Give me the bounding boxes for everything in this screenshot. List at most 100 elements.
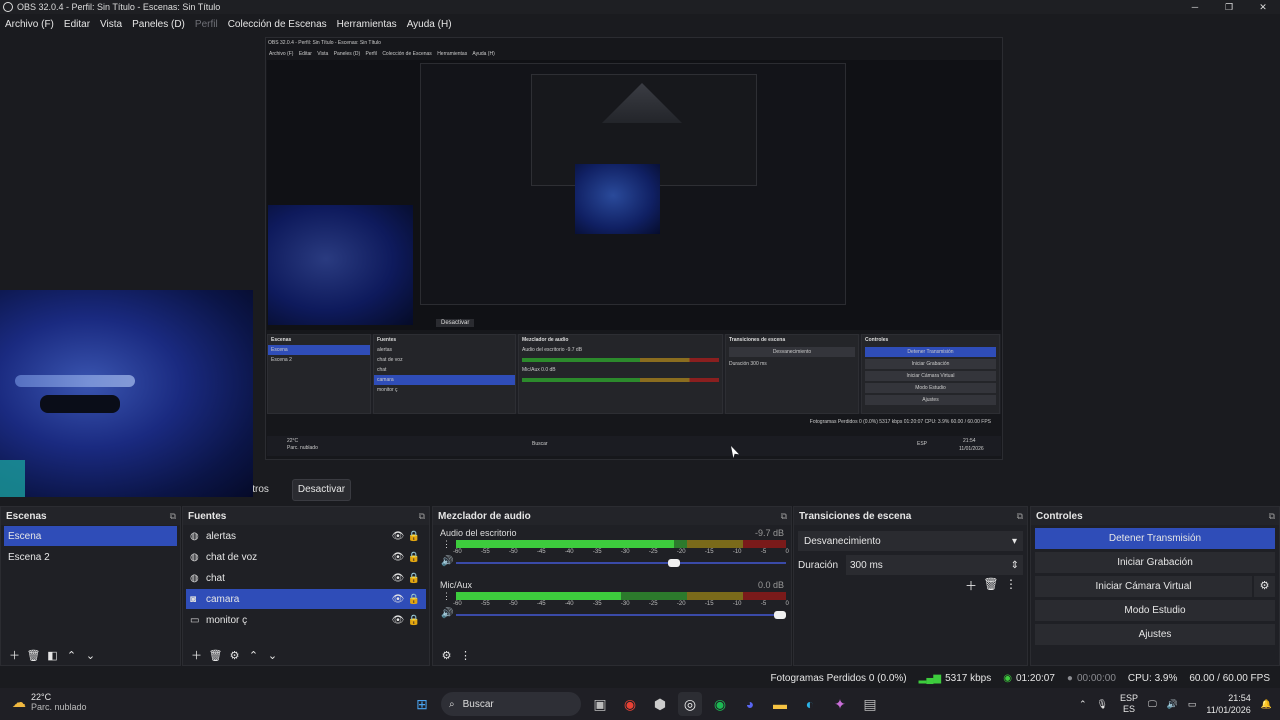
clock[interactable]: 21:54 11/01/2026: [1206, 692, 1250, 716]
eye-icon[interactable]: 👁: [390, 615, 406, 626]
meter-tick-label: -60: [453, 601, 462, 607]
weather-icon: ☁: [12, 693, 26, 710]
undock-icon[interactable]: ⧉: [781, 511, 787, 522]
minimize-button[interactable]: ─: [1178, 0, 1212, 14]
stop-streaming-button[interactable]: Detener Transmisión: [1035, 528, 1275, 549]
weather-widget[interactable]: ☁ 22°C Parc. nublado: [12, 692, 87, 712]
eye-icon[interactable]: 👁: [390, 594, 406, 605]
stream-time: 01:20:07: [1015, 672, 1055, 684]
undock-icon[interactable]: ⧉: [1269, 511, 1275, 522]
spin-arrows-icon[interactable]: ⇕: [1011, 560, 1019, 571]
source-item-chat-de-voz[interactable]: ◍ chat de voz 👁 🔒: [186, 547, 426, 567]
mixer-menu-icon[interactable]: ⋮: [456, 649, 475, 662]
menu-vista[interactable]: Vista: [95, 19, 127, 30]
menu-editar[interactable]: Editar: [59, 19, 95, 30]
network-icon[interactable]: 🖵: [1148, 699, 1157, 710]
scene-label: Escena: [8, 530, 42, 542]
copilot-icon[interactable]: ✦: [828, 692, 852, 716]
menu-herramientas[interactable]: Herramientas: [332, 19, 402, 30]
nested-control-button: Modo Estudio: [865, 383, 996, 393]
chrome-icon[interactable]: ◉: [618, 692, 642, 716]
lock-icon[interactable]: 🔒: [406, 615, 422, 626]
mixer-panel-header: Mezclador de audio ⧉: [433, 507, 791, 525]
gear-icon[interactable]: ⚙: [1254, 576, 1275, 597]
volume-slider[interactable]: [456, 559, 786, 567]
lock-icon[interactable]: 🔒: [406, 594, 422, 605]
volume-slider[interactable]: [456, 611, 786, 619]
menu-ayuda[interactable]: Ayuda (H): [402, 19, 457, 30]
eye-icon[interactable]: 👁: [390, 552, 406, 563]
lock-icon[interactable]: 🔒: [406, 531, 422, 542]
add-scene-icon[interactable]: ＋: [5, 647, 24, 663]
lock-icon[interactable]: 🔒: [406, 552, 422, 563]
remove-scene-icon[interactable]: 🗑: [24, 649, 43, 662]
source-item-monitor[interactable]: ▭ monitor ç 👁 🔒: [186, 610, 426, 630]
menu-coleccion-escenas[interactable]: Colección de Escenas: [223, 19, 332, 30]
speaker-icon[interactable]: 🔊: [441, 556, 453, 567]
source-item-chat[interactable]: ◍ chat 👁 🔒: [186, 568, 426, 588]
scene-item-escena-2[interactable]: Escena 2: [4, 547, 177, 567]
microphone-icon[interactable]: 🎙: [1097, 699, 1108, 710]
chevron-up-icon[interactable]: ⌃: [1079, 699, 1087, 710]
transition-menu-icon[interactable]: ⋮: [1001, 577, 1021, 594]
eye-icon[interactable]: 👁: [390, 573, 406, 584]
store-icon[interactable]: ▤: [858, 692, 882, 716]
move-down-icon[interactable]: ⌄: [263, 649, 282, 662]
battery-icon[interactable]: ▭: [1188, 699, 1197, 710]
nested-controls-panel: Controles Detener Transmisión Iniciar Gr…: [861, 334, 1000, 414]
deactivate-button[interactable]: Desactivar: [292, 479, 351, 501]
file-explorer-icon[interactable]: ▬: [768, 692, 792, 716]
lock-icon[interactable]: 🔒: [406, 573, 422, 584]
source-item-alertas[interactable]: ◍ alertas 👁 🔒: [186, 526, 426, 546]
source-item-camara[interactable]: ◙ camara 👁 🔒: [186, 589, 426, 609]
spotify-icon[interactable]: ◉: [708, 692, 732, 716]
start-recording-button[interactable]: Iniciar Grabación: [1035, 552, 1275, 573]
scene-item-escena[interactable]: Escena: [4, 526, 177, 546]
undock-icon[interactable]: ⧉: [1017, 511, 1023, 522]
transition-select[interactable]: Desvanecimiento ▾: [798, 531, 1023, 551]
move-up-icon[interactable]: ⌃: [244, 649, 263, 662]
menu-perfil[interactable]: Perfil: [190, 19, 223, 30]
source-properties-icon[interactable]: ⚙: [225, 649, 244, 662]
app-icon[interactable]: ⬢: [648, 692, 672, 716]
close-button[interactable]: ✕: [1246, 0, 1280, 14]
undock-icon[interactable]: ⧉: [170, 511, 176, 522]
discord-icon[interactable]: ◕: [738, 692, 762, 716]
nested-control-button: Detener Transmisión: [865, 347, 996, 357]
start-virtual-camera-button[interactable]: Iniciar Cámara Virtual: [1035, 576, 1252, 597]
advanced-audio-icon[interactable]: ⚙: [437, 649, 456, 662]
maximize-button[interactable]: ❐: [1212, 0, 1246, 14]
windows-start-icon[interactable]: ⊞: [410, 692, 434, 716]
obs-logo-icon: [3, 2, 13, 12]
settings-button[interactable]: Ajustes: [1035, 624, 1275, 645]
taskbar-search[interactable]: ⌕ Buscar: [441, 692, 581, 716]
meter-tick-label: -55: [480, 601, 490, 607]
eye-icon[interactable]: 👁: [390, 531, 406, 542]
duration-spinbox[interactable]: 300 ms ⇕: [846, 555, 1023, 575]
slider-thumb[interactable]: [668, 559, 681, 567]
slider-thumb[interactable]: [774, 611, 786, 619]
remove-source-icon[interactable]: 🗑: [206, 649, 225, 662]
move-down-icon[interactable]: ⌄: [81, 649, 100, 662]
scene-filters-icon[interactable]: ◧: [43, 649, 62, 662]
language-indicator[interactable]: ESP ES: [1120, 693, 1138, 715]
move-up-icon[interactable]: ⌃: [62, 649, 81, 662]
channel-menu-icon[interactable]: ⋮: [442, 539, 451, 550]
speaker-icon[interactable]: 🔊: [441, 608, 453, 619]
volume-icon[interactable]: 🔊: [1167, 699, 1178, 710]
obs-icon[interactable]: ◎: [678, 692, 702, 716]
menu-archivo[interactable]: Archivo (F): [0, 19, 59, 30]
add-source-icon[interactable]: ＋: [187, 647, 206, 663]
channel-menu-icon[interactable]: ⋮: [442, 591, 451, 602]
edge-icon[interactable]: ◐: [798, 692, 822, 716]
meter-tick-label: -40: [564, 601, 574, 607]
remove-transition-icon[interactable]: 🗑: [981, 577, 1001, 594]
studio-mode-button[interactable]: Modo Estudio: [1035, 600, 1275, 621]
webcam-source-image[interactable]: [0, 290, 253, 497]
undock-icon[interactable]: ⧉: [419, 511, 425, 522]
menu-paneles[interactable]: Paneles (D): [127, 19, 190, 30]
task-view-icon[interactable]: ▣: [588, 692, 612, 716]
add-transition-icon[interactable]: ＋: [961, 577, 981, 594]
notification-bell-icon[interactable]: 🔔: [1261, 699, 1272, 710]
scene-label: Escena 2: [8, 551, 50, 563]
